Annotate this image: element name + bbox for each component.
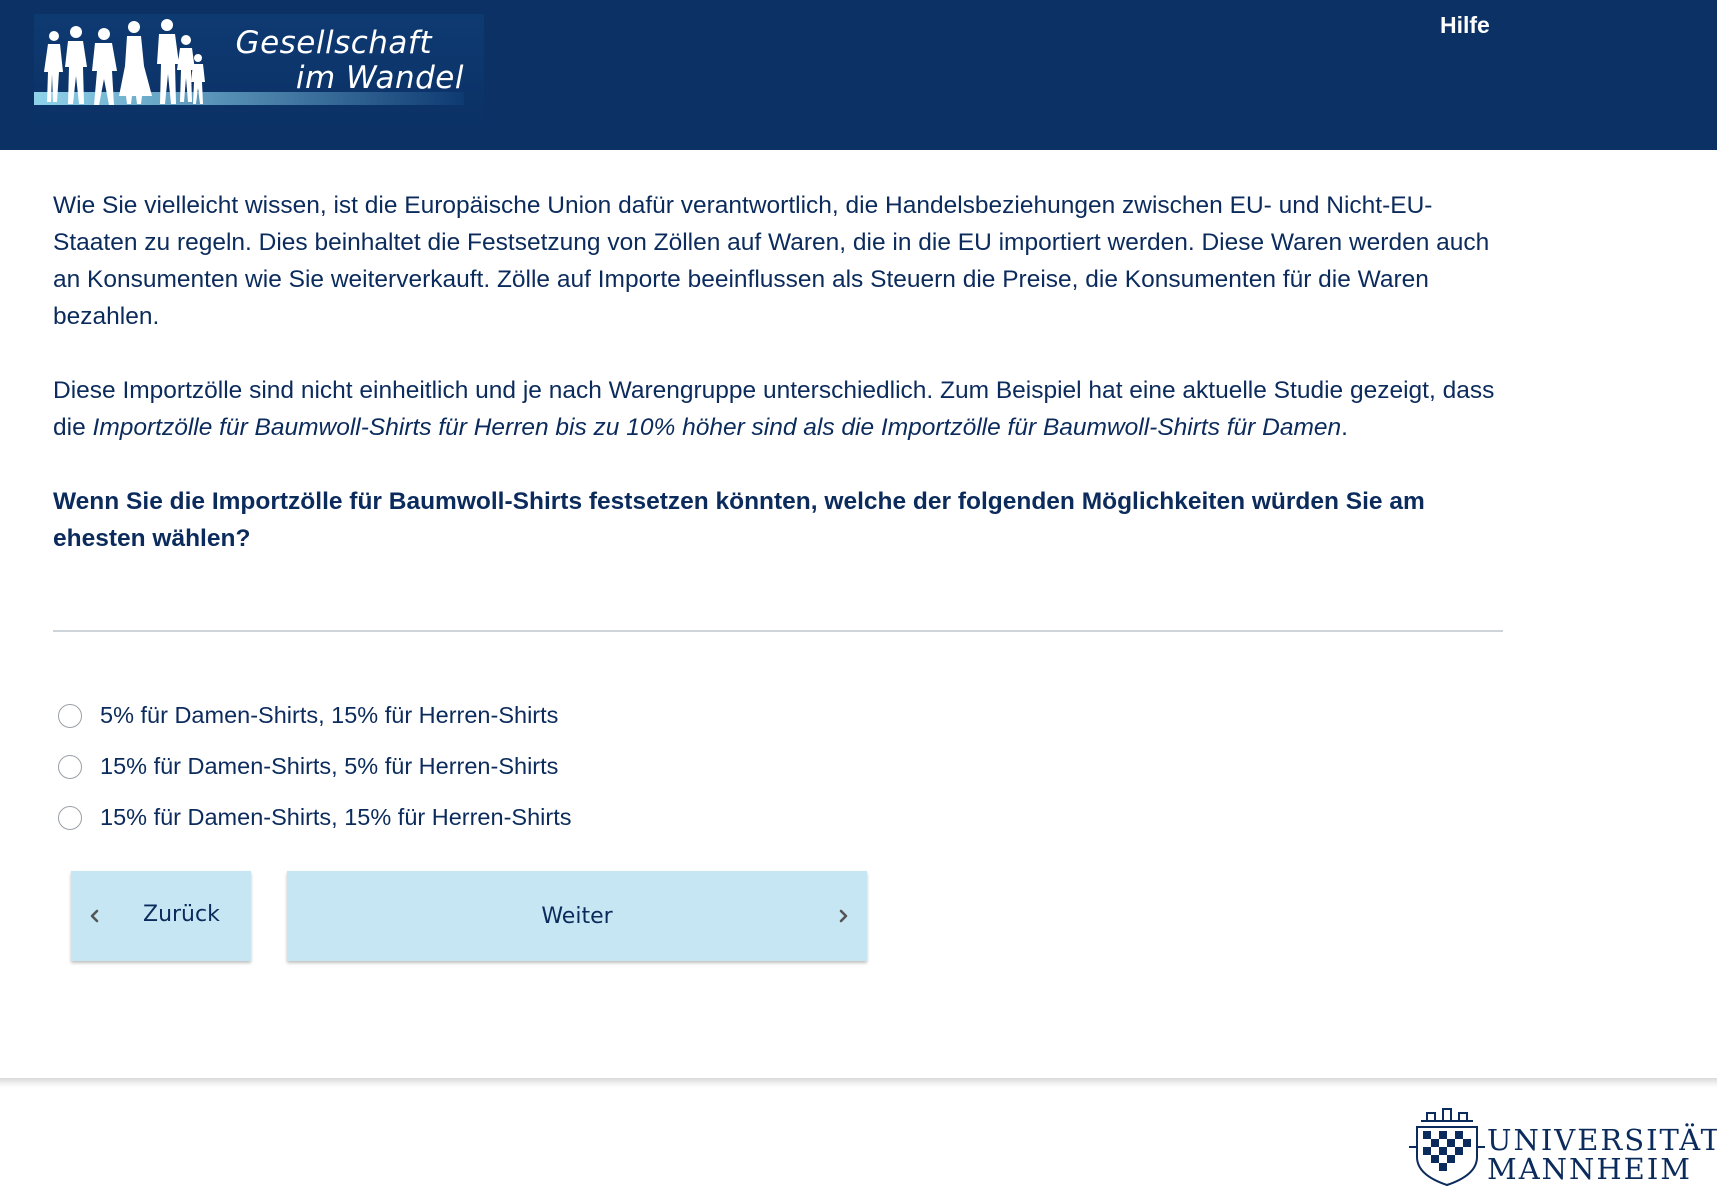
university-name-line-1: UNIVERSITÄT [1487,1123,1717,1157]
logo-line-1: Gesellschaft [235,25,432,61]
answer-option-1[interactable]: 5% für Damen-Shirts, 15% für Herren-Shir… [58,690,571,741]
question-content: Wie Sie vielleicht wissen, ist die Europ… [53,187,1503,557]
university-wordmark: UNIVERSITÄT MANNHEIM [1487,1126,1717,1184]
help-link[interactable]: Hilfe [1440,12,1490,39]
next-button[interactable]: Weiter [287,871,867,961]
back-button-label: Zurück [143,902,220,927]
university-name-line-2: MANNHEIM [1487,1152,1692,1186]
question-text: Wenn Sie die Importzölle für Baumwoll-Sh… [53,488,1425,552]
back-button[interactable]: Zurück [71,871,251,961]
logo-line-2: im Wandel [295,60,464,96]
answer-option-label: 15% für Damen-Shirts, 5% für Herren-Shir… [100,753,559,779]
answer-options: 5% für Damen-Shirts, 15% für Herren-Shir… [58,690,571,843]
answer-option-label: 5% für Damen-Shirts, 15% für Herren-Shir… [100,702,559,728]
logo-wordmark: Gesellschaft im Wandel [34,26,474,96]
intro-paragraph-1: Wie Sie vielleicht wissen, ist die Europ… [53,192,1490,330]
radio-button[interactable] [58,754,82,779]
next-button-label: Weiter [541,903,613,929]
university-crest-icon [1409,1108,1485,1187]
universitaet-mannheim-logo: UNIVERSITÄT MANNHEIM [1407,1103,1717,1191]
chevron-right-icon [839,909,848,923]
radio-button[interactable] [58,805,82,830]
answer-option-2[interactable]: 15% für Damen-Shirts, 5% für Herren-Shir… [58,741,571,792]
divider [53,630,1503,632]
chevron-left-icon [90,909,99,923]
intro-paragraph-2: Diese Importzölle sind nicht einheitlich… [53,372,1503,446]
header-bar: Gesellschaft im Wandel Hilfe [0,0,1717,150]
intro-paragraph-2-emphasis: Importzölle für Baumwoll-Shirts für Herr… [92,414,1342,441]
radio-button[interactable] [58,703,82,728]
intro-paragraph-2-end: . [1341,414,1348,441]
footer-divider [0,1078,1717,1088]
gesellschaft-im-wandel-logo: Gesellschaft im Wandel [34,14,484,130]
answer-option-label: 15% für Damen-Shirts, 15% für Herren-Shi… [100,804,572,830]
answer-option-3[interactable]: 15% für Damen-Shirts, 15% für Herren-Shi… [58,792,571,843]
